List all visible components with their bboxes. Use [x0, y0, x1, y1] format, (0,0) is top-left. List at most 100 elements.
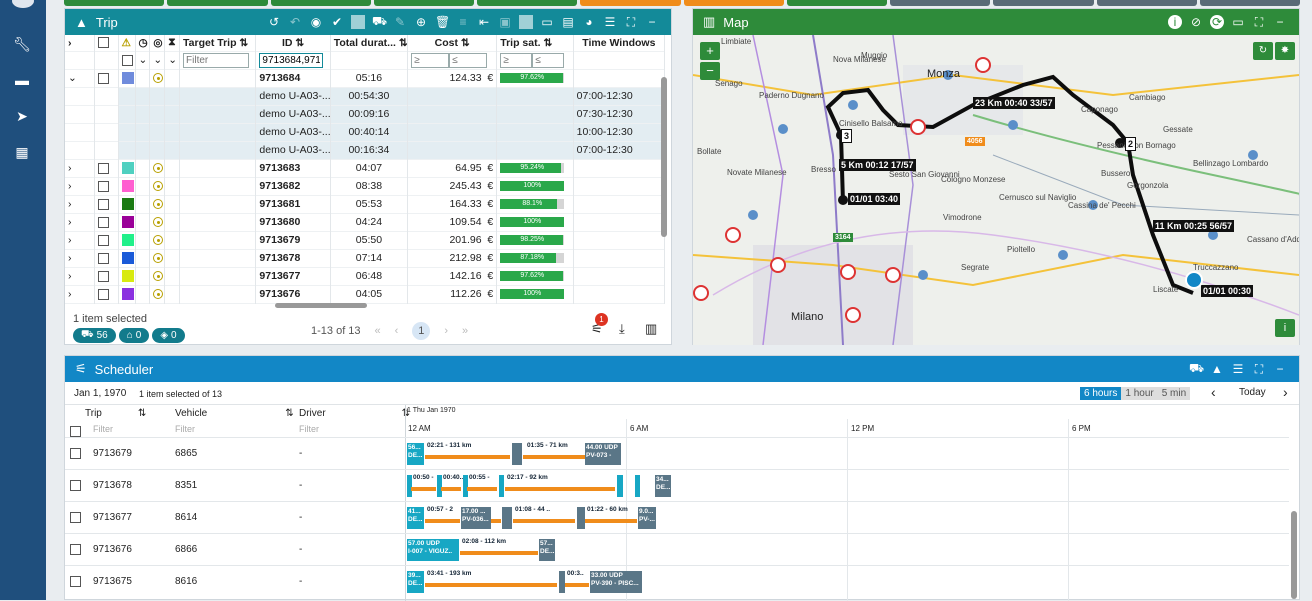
row-checkbox[interactable]: [70, 576, 81, 587]
collapse-icon[interactable]: ⌄: [65, 69, 96, 87]
stop-row[interactable]: demo U-A03-... 00:40:14 10:00-12:30: [65, 123, 666, 141]
settings-map-button[interactable]: ✸: [1275, 42, 1295, 60]
stop-block[interactable]: 9.0... PV-...: [638, 507, 656, 529]
filter-dropdown[interactable]: ⌄: [149, 51, 166, 69]
org-badge[interactable]: ⌂ 0: [118, 328, 150, 343]
expand-all-icon[interactable]: ›: [65, 35, 96, 51]
col-vehicle[interactable]: Vehicle ⇅: [175, 408, 294, 419]
truck-settings-icon[interactable]: ⛟: [372, 14, 387, 30]
row-checkbox[interactable]: [98, 72, 110, 84]
travel-bar[interactable]: [525, 455, 585, 459]
sat-max-filter[interactable]: [532, 52, 565, 68]
sat-min-filter[interactable]: [500, 52, 533, 68]
expand-icon[interactable]: ›: [65, 285, 96, 303]
table-row[interactable]: › 9713682 08:38 245.43 € 100%: [65, 177, 666, 195]
vehicle-filter[interactable]: Filter: [175, 424, 195, 434]
col-trip[interactable]: Trip ⇅: [85, 408, 146, 419]
table-hscrollbar[interactable]: [275, 303, 367, 308]
stop-block[interactable]: [577, 507, 585, 529]
table-row[interactable]: › 9713679 05:50 201.96 € 98.25%: [65, 231, 666, 249]
table-row[interactable]: › 9713683 04:07 64.95 € 95.24%: [65, 159, 666, 177]
travel-bar[interactable]: [491, 519, 501, 523]
row-checkbox[interactable]: [98, 180, 110, 192]
row-checkbox[interactable]: [98, 270, 110, 282]
scheduler-row[interactable]: 9713677 8614 - 41... DE... 00:57 - 2 17.00 .…: [65, 501, 1289, 533]
id-filter[interactable]: [259, 52, 324, 68]
stop-block[interactable]: 44.00 UDP PV-073 -: [585, 443, 621, 465]
row-checkbox[interactable]: [98, 216, 110, 228]
folder-icon[interactable]: ▬: [12, 70, 32, 90]
col-cost[interactable]: Cost ⇅: [407, 35, 498, 51]
col-id[interactable]: ID ⇅: [255, 35, 331, 51]
expand-icon[interactable]: ›: [65, 267, 96, 285]
vehicle-icon[interactable]: ▭: [540, 15, 554, 29]
row-checkbox[interactable]: [98, 234, 110, 246]
expand-icon[interactable]: ›: [65, 195, 96, 213]
delete-icon[interactable]: 🗑︎: [435, 15, 450, 29]
page-button[interactable]: 1: [412, 322, 431, 340]
travel-bar[interactable]: [425, 583, 557, 587]
depot-marker[interactable]: 3164: [833, 233, 853, 242]
stop-block[interactable]: [559, 571, 565, 593]
download-icon[interactable]: ⤓: [619, 321, 625, 337]
minimize-icon[interactable]: −: [1273, 362, 1287, 376]
route-tag[interactable]: 5 Km 00:12 17/57: [839, 159, 916, 171]
stop-block[interactable]: 33.00 UDP PV-390 - PISC...: [590, 571, 642, 593]
prev-day-button[interactable]: ‹: [1211, 384, 1216, 400]
expand-icon[interactable]: ›: [65, 159, 96, 177]
scheduler-row[interactable]: 9713676 6866 - 57.00 UDP I-007 - VIGUZ.. 02…: [65, 533, 1289, 565]
box-badge[interactable]: ◈ 0: [152, 328, 185, 343]
layers-icon[interactable]: ▭: [1231, 15, 1245, 29]
truck-icon[interactable]: ⛟: [1189, 361, 1204, 377]
filter-checkbox[interactable]: [121, 54, 133, 66]
today-button[interactable]: Today: [1239, 387, 1266, 398]
travel-bar[interactable]: [513, 519, 575, 523]
stop-marker[interactable]: 2: [1125, 137, 1137, 151]
scheduler-row[interactable]: 9713678 8351 - 00:50 - 00:40.. 00:55 - 02:17…: [65, 469, 1289, 501]
expand-icon[interactable]: ›: [65, 213, 96, 231]
trip-icon[interactable]: ▲: [1210, 362, 1224, 376]
stop-block[interactable]: [463, 475, 468, 497]
stop-block[interactable]: [512, 443, 522, 465]
add-icon[interactable]: ⊕: [414, 15, 428, 29]
travel-bar[interactable]: [411, 487, 436, 491]
expand-icon[interactable]: ›: [65, 231, 96, 249]
stop-block[interactable]: 57.00 UDP I-007 - VIGUZ..: [407, 539, 459, 561]
scheduler-row[interactable]: 9713679 6865 - 56... DE... 02:21 - 131 km 01…: [65, 437, 1289, 469]
vehicle-position-icon[interactable]: [1185, 271, 1203, 289]
next-day-button[interactable]: ›: [1283, 384, 1288, 400]
col-driver[interactable]: Driver⇅: [299, 408, 410, 419]
stop-block[interactable]: [617, 475, 623, 497]
cost-min-filter[interactable]: [411, 52, 450, 68]
table-row[interactable]: › 9713680 04:24 109.54 € 100%: [65, 213, 666, 231]
merge-icon[interactable]: ≡: [456, 15, 470, 29]
save-icon[interactable]: ▣: [498, 15, 512, 29]
first-page-button[interactable]: «: [375, 325, 381, 337]
row-checkbox[interactable]: [98, 198, 110, 210]
undo-icon[interactable]: ↶: [288, 15, 302, 29]
row-checkbox[interactable]: [70, 544, 81, 555]
zoom-out-button[interactable]: −: [700, 62, 720, 80]
wrench-icon[interactable]: 🔧︎: [12, 34, 32, 54]
cost-max-filter[interactable]: [449, 52, 488, 68]
map-canvas[interactable]: + − ↻ ✸ i Limbiate Nova Milanese Muggio …: [693, 35, 1299, 345]
minimize-icon[interactable]: −: [645, 15, 659, 29]
route-tag[interactable]: 01/01 03:40: [848, 193, 901, 205]
info-icon[interactable]: i: [1168, 15, 1182, 29]
stop-block[interactable]: 39... DE...: [407, 571, 424, 593]
scale-6h-button[interactable]: 6 hours: [1080, 387, 1122, 400]
select-all-checkbox[interactable]: [70, 426, 81, 437]
target-icon[interactable]: ◉: [309, 15, 323, 29]
row-checkbox[interactable]: [98, 288, 110, 300]
row-checkbox[interactable]: [98, 162, 110, 174]
edit-icon[interactable]: ✎: [393, 15, 407, 29]
table-row[interactable]: › 9713681 05:53 164.33 € 88.1%: [65, 195, 666, 213]
scheduler-scrollbar[interactable]: [1291, 511, 1297, 599]
scale-5m-button[interactable]: 5 min: [1157, 387, 1191, 400]
report-icon[interactable]: ▤: [561, 15, 575, 29]
chart-icon[interactable]: ▦: [12, 142, 32, 162]
route-tag[interactable]: 01/01 00:30: [1201, 285, 1254, 297]
history-icon[interactable]: ↺: [267, 15, 281, 29]
stop-block[interactable]: 56... DE...: [407, 443, 424, 465]
col-time-windows[interactable]: Time Windows: [573, 35, 666, 51]
